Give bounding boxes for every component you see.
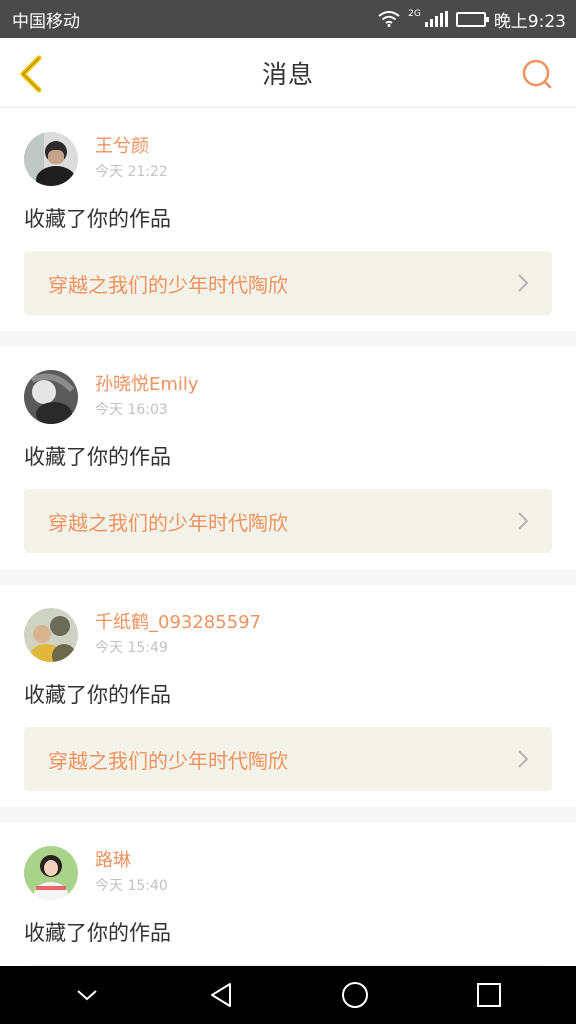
home-button[interactable] <box>325 966 385 1024</box>
message-card: 路琳 今天 15:40 收藏了你的作品 <box>0 823 576 966</box>
network-tag: 2G <box>408 9 421 19</box>
message-header: 孙晓悦Emily 今天 16:03 <box>24 369 552 425</box>
status-icons: 2G 晚上9:23 <box>378 7 566 32</box>
action-text: 收藏了你的作品 <box>24 683 171 707</box>
message-meta: 孙晓悦Emily 今天 16:03 <box>95 373 199 421</box>
message-list[interactable]: 王兮颜 今天 21:22 收藏了你的作品 穿越之我们的少年时代陶欣 孙晓悦Emi… <box>0 109 576 966</box>
timestamp: 今天 16:03 <box>95 402 168 418</box>
work-title: 穿越之我们的少年时代陶欣 <box>48 510 288 535</box>
chevron-right-icon <box>518 512 529 530</box>
sender-name[interactable]: 孙晓悦Emily <box>95 373 199 397</box>
sender-name[interactable]: 王兮颜 <box>95 135 168 159</box>
page-title: 消息 <box>261 59 314 89</box>
clock: 晚上9:23 <box>493 11 566 32</box>
timestamp: 今天 21:22 <box>95 164 168 180</box>
collapse-button[interactable] <box>57 966 117 1024</box>
message-card: 孙晓悦Emily 今天 16:03 收藏了你的作品 穿越之我们的少年时代陶欣 <box>0 347 576 569</box>
action-text: 收藏了你的作品 <box>24 207 171 231</box>
timestamp: 今天 15:49 <box>95 640 168 656</box>
chevron-right-icon <box>518 750 529 768</box>
avatar[interactable] <box>24 132 78 186</box>
message-meta: 路琳 今天 15:40 <box>95 849 168 897</box>
work-link[interactable]: 穿越之我们的少年时代陶欣 <box>24 489 552 553</box>
back-triangle-icon <box>211 983 231 1007</box>
home-circle-icon <box>342 982 368 1008</box>
message-card: 王兮颜 今天 21:22 收藏了你的作品 穿越之我们的少年时代陶欣 <box>0 109 576 331</box>
message-meta: 王兮颜 今天 21:22 <box>95 135 168 183</box>
avatar[interactable] <box>24 608 78 662</box>
battery-icon <box>455 11 489 27</box>
status-bar: 中国移动 2G 晚上9:23 <box>0 0 576 38</box>
sender-name[interactable]: 千纸鹤_093285597 <box>95 611 261 635</box>
avatar[interactable] <box>24 846 78 900</box>
back-arrow-icon <box>20 55 42 93</box>
carrier-label: 中国移动 <box>12 11 80 32</box>
work-link[interactable]: 穿越之我们的少年时代陶欣 <box>24 251 552 315</box>
recents-button[interactable] <box>459 966 519 1024</box>
work-title: 穿越之我们的少年时代陶欣 <box>48 272 288 297</box>
search-icon[interactable] <box>520 57 554 91</box>
collapse-icon <box>77 990 97 1001</box>
message-header: 路琳 今天 15:40 <box>24 845 552 901</box>
message-meta: 千纸鹤_093285597 今天 15:49 <box>95 611 261 659</box>
back-button[interactable] <box>14 54 48 94</box>
work-title: 穿越之我们的少年时代陶欣 <box>48 748 288 773</box>
chevron-right-icon <box>518 274 529 292</box>
message-header: 王兮颜 今天 21:22 <box>24 131 552 187</box>
header-bar: 消息 <box>0 38 576 108</box>
timestamp: 今天 15:40 <box>95 878 168 894</box>
work-link[interactable]: 穿越之我们的少年时代陶欣 <box>24 727 552 791</box>
avatar[interactable] <box>24 370 78 424</box>
system-nav-bar <box>0 966 576 1024</box>
message-card: 千纸鹤_093285597 今天 15:49 收藏了你的作品 穿越之我们的少年时… <box>0 585 576 807</box>
wifi-icon <box>378 11 400 27</box>
signal-icon <box>424 11 448 27</box>
system-back-button[interactable] <box>191 966 251 1024</box>
recents-square-icon <box>477 983 501 1007</box>
message-header: 千纸鹤_093285597 今天 15:49 <box>24 607 552 663</box>
action-text: 收藏了你的作品 <box>24 445 171 469</box>
action-text: 收藏了你的作品 <box>24 921 171 945</box>
sender-name[interactable]: 路琳 <box>95 849 168 873</box>
